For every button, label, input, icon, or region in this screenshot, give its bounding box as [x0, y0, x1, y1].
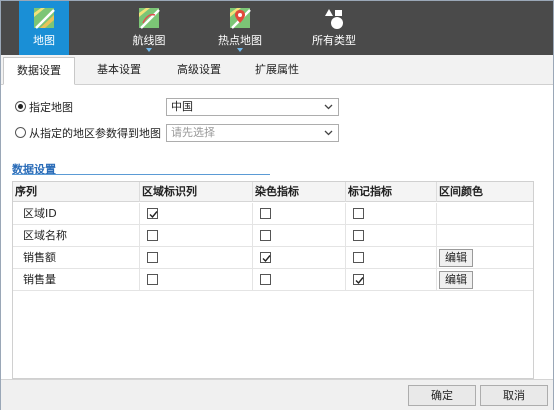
- table-row: 销售量 编辑: [13, 269, 533, 291]
- type-tab-map[interactable]: 地图: [19, 1, 69, 55]
- table-cell: [437, 225, 533, 247]
- series-name: 销售量: [13, 269, 140, 291]
- select-placeholder: 请先选择: [171, 126, 215, 139]
- tab-data-settings[interactable]: 数据设置: [3, 57, 75, 85]
- region-id-checkbox[interactable]: [147, 230, 158, 241]
- table-cell: [346, 269, 437, 291]
- section-divider: [12, 174, 270, 175]
- radio-button[interactable]: [15, 101, 26, 112]
- type-tab-label: 热点地图: [218, 34, 262, 47]
- column-header: 标记指标: [346, 182, 437, 202]
- column-header: 染色指标: [253, 182, 346, 202]
- map-icon: [33, 7, 55, 31]
- route-map-icon: [138, 7, 160, 31]
- data-series-table: 序列 区域标识列 染色指标 标记指标 区间颜色 区域ID 区域名称 销售额 编辑 销售量…: [12, 181, 534, 379]
- table-cell: [140, 225, 253, 247]
- region-id-checkbox[interactable]: [147, 274, 158, 285]
- chevron-down-icon: [323, 101, 334, 112]
- table-row: 销售额 编辑: [13, 247, 533, 269]
- series-name: 销售额: [13, 247, 140, 269]
- type-tab-route-map[interactable]: 航线图: [119, 1, 179, 55]
- map-settings-dialog: 地图 航线图 热点地图 所有类型 数据设置 基本设置 高级设置 扩展属性 指定地…: [0, 0, 554, 410]
- table-cell: [140, 203, 253, 225]
- table-cell: [253, 203, 346, 225]
- specified-map-radio[interactable]: 指定地图: [15, 99, 73, 117]
- specified-map-select[interactable]: 中国: [166, 98, 339, 116]
- settings-tab-bar: 数据设置 基本设置 高级设置 扩展属性: [1, 55, 553, 85]
- tab-basic-settings[interactable]: 基本设置: [81, 57, 157, 85]
- edit-range-color-button[interactable]: 编辑: [439, 249, 473, 267]
- all-types-icon: [323, 7, 345, 31]
- series-name: 区域名称: [13, 225, 140, 247]
- table-cell: [346, 203, 437, 225]
- color-metric-checkbox[interactable]: [260, 208, 271, 219]
- type-tab-label: 航线图: [132, 34, 166, 47]
- mark-metric-checkbox[interactable]: [353, 208, 364, 219]
- mark-metric-checkbox[interactable]: [353, 230, 364, 241]
- column-header: 区域标识列: [140, 182, 253, 202]
- type-tab-label: 地图: [33, 34, 55, 47]
- color-metric-checkbox[interactable]: [260, 230, 271, 241]
- type-tab-label: 所有类型: [312, 34, 356, 47]
- table-cell: 编辑: [437, 269, 533, 291]
- region-id-checkbox[interactable]: [147, 208, 158, 219]
- table-cell: [140, 269, 253, 291]
- chevron-down-icon: [323, 127, 334, 138]
- table-cell: [253, 225, 346, 247]
- color-metric-checkbox[interactable]: [260, 274, 271, 285]
- table-cell: [140, 247, 253, 269]
- table-row: 区域名称: [13, 225, 533, 247]
- chevron-down-icon: [237, 48, 243, 52]
- series-name: 区域ID: [13, 203, 140, 225]
- table-cell: [253, 247, 346, 269]
- table-cell: [346, 247, 437, 269]
- chevron-down-icon: [146, 48, 152, 52]
- edit-range-color-button[interactable]: 编辑: [439, 271, 473, 289]
- hotspot-map-icon: [229, 7, 251, 31]
- region-id-checkbox[interactable]: [147, 252, 158, 263]
- mark-metric-checkbox[interactable]: [353, 274, 364, 285]
- chart-type-bar: 地图 航线图 热点地图 所有类型: [1, 1, 553, 55]
- mark-metric-checkbox[interactable]: [353, 252, 364, 263]
- dialog-footer: 确定 取消: [1, 379, 553, 410]
- tab-advanced-settings[interactable]: 高级设置: [161, 57, 237, 85]
- table-cell: [437, 203, 533, 225]
- tab-extended-attributes[interactable]: 扩展属性: [239, 57, 315, 85]
- column-header: 区间颜色: [439, 185, 483, 198]
- ok-button[interactable]: 确定: [408, 385, 476, 406]
- table-cell: 编辑: [437, 247, 533, 269]
- type-tab-all-types[interactable]: 所有类型: [303, 1, 365, 55]
- select-value: 中国: [171, 100, 193, 113]
- table-row: 区域ID: [13, 203, 533, 225]
- type-tab-hotspot-map[interactable]: 热点地图: [207, 1, 273, 55]
- region-param-select[interactable]: 请先选择: [166, 124, 339, 142]
- column-header: 序列: [13, 182, 140, 202]
- radio-button[interactable]: [15, 127, 26, 138]
- cancel-button[interactable]: 取消: [480, 385, 548, 406]
- table-cell: [253, 269, 346, 291]
- region-param-map-radio[interactable]: 从指定的地区参数得到地图: [15, 125, 161, 143]
- radio-label: 指定地图: [29, 101, 73, 114]
- table-cell: [346, 225, 437, 247]
- color-metric-checkbox[interactable]: [260, 252, 271, 263]
- table-header: 序列 区域标识列 染色指标 标记指标 区间颜色: [13, 182, 533, 202]
- radio-label: 从指定的地区参数得到地图: [29, 127, 161, 140]
